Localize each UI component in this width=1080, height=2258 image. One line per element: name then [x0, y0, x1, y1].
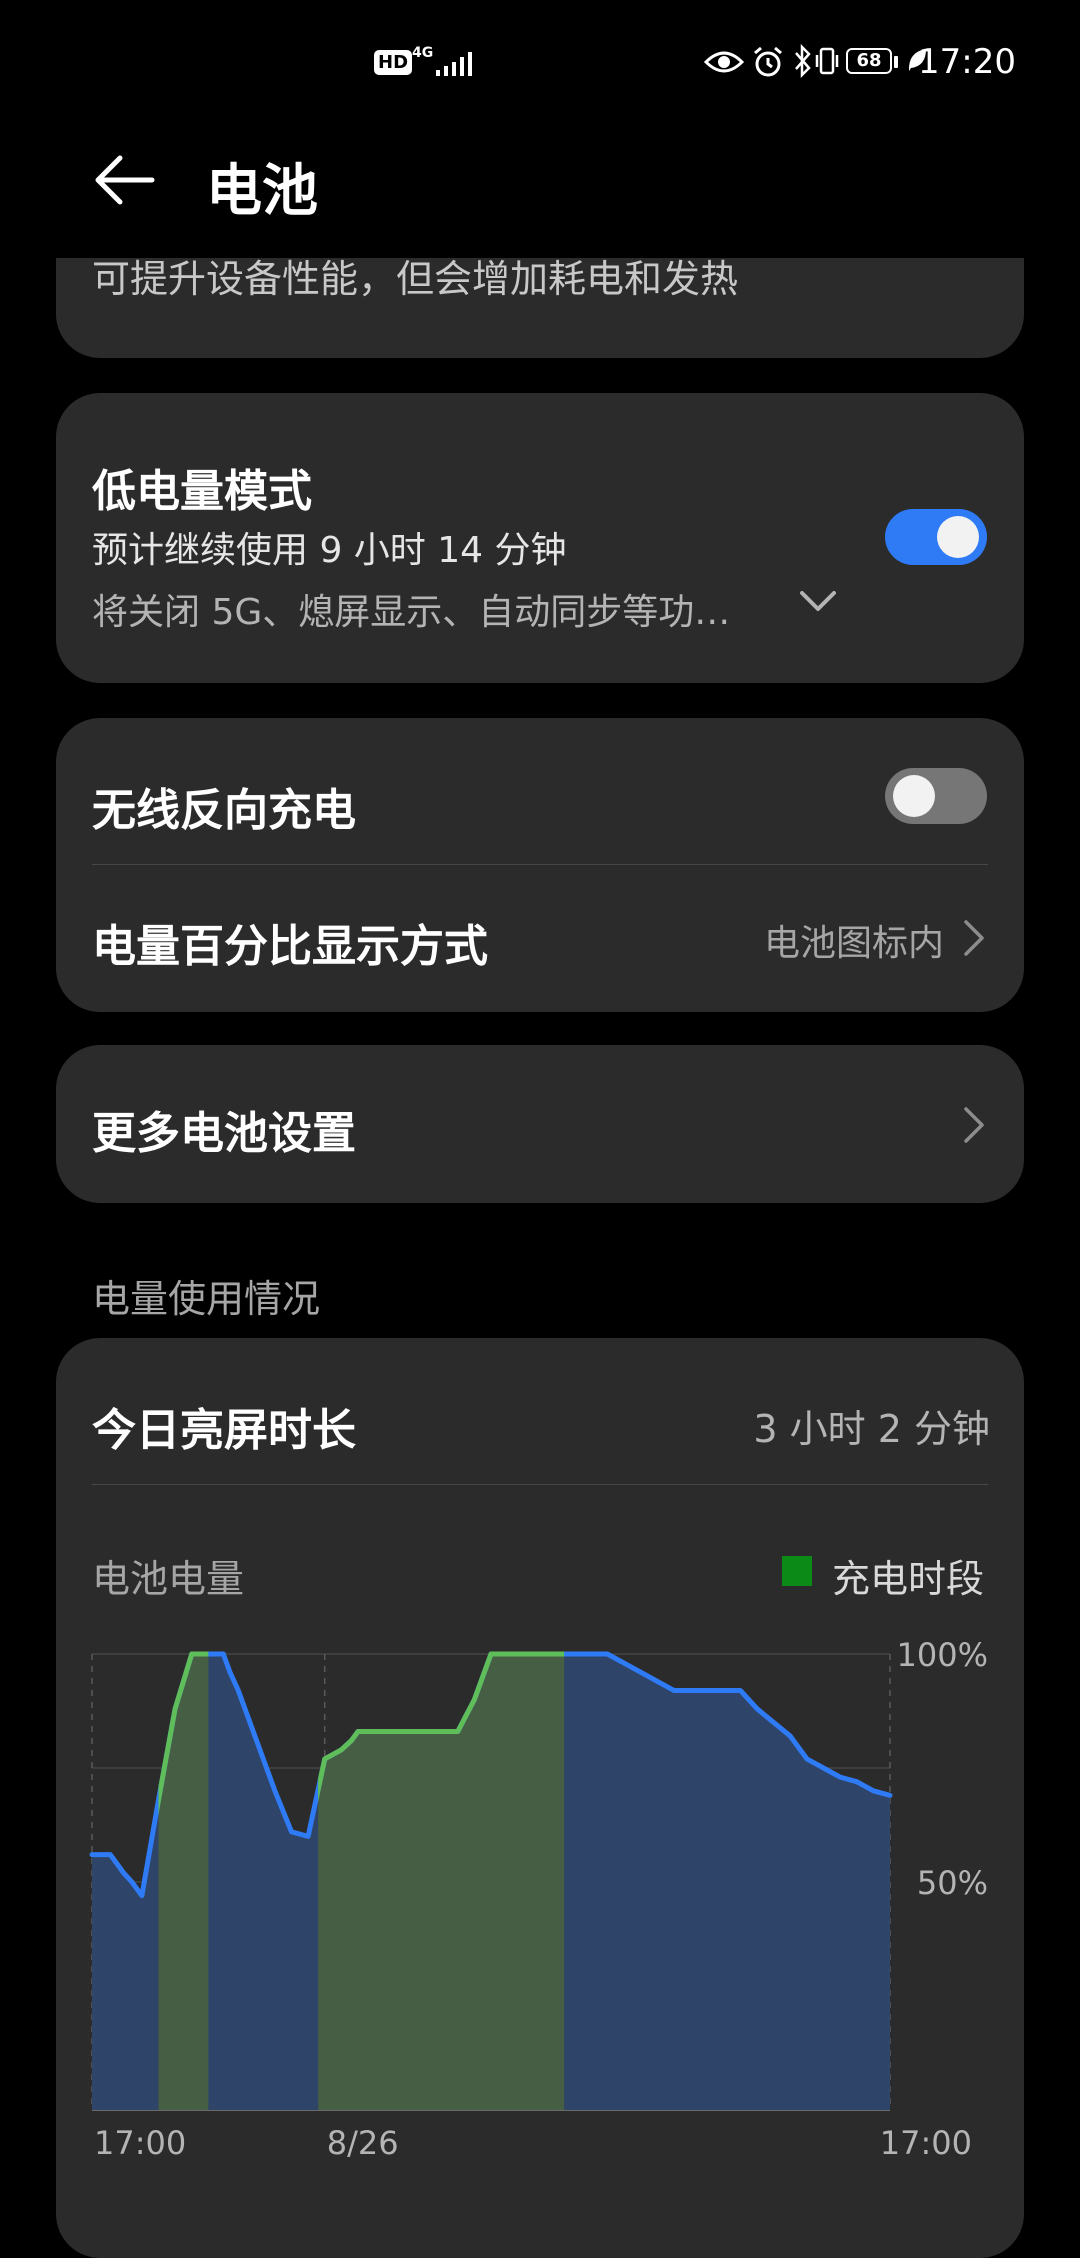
- x-tick-label: 8/26: [327, 2124, 399, 2162]
- usage-section-label: 电量使用情况: [92, 1277, 321, 1321]
- status-bar: HD 4G 68 17:20: [0, 0, 1080, 120]
- performance-mode-description: 可提升设备性能，但会增加耗电和发热: [92, 257, 739, 301]
- signal-icon: [436, 52, 472, 76]
- clock: 17:20: [918, 42, 1016, 82]
- chevron-right-icon[interactable]: [962, 918, 986, 958]
- header: 电池: [0, 120, 1080, 260]
- vibrate-icon: [815, 47, 839, 75]
- chevron-down-icon[interactable]: [796, 581, 840, 621]
- y-tick-label: 100%: [897, 1636, 988, 1674]
- low-power-mode-title: 低电量模式: [92, 466, 312, 517]
- more-battery-settings-card[interactable]: 更多电池设置: [56, 1045, 1024, 1203]
- divider: [92, 864, 988, 865]
- y-tick-label: 50%: [917, 1864, 988, 1902]
- hd-icon: HD: [374, 50, 413, 75]
- toggle-knob: [937, 516, 979, 558]
- x-tick-label: 17:00: [880, 2124, 972, 2162]
- battery-usage-card: 今日亮屏时长 3 小时 2 分钟 电池电量 充电时段 100% 50% 17:00 8…: [56, 1338, 1024, 2258]
- charging-display-card: 无线反向充电 电量百分比显示方式 电池图标内: [56, 718, 1024, 1012]
- battery-level-chart[interactable]: 100% 50% 17:00 8/26 17:00: [56, 1338, 1024, 2258]
- low-power-mode-estimate: 预计继续使用 9 小时 14 分钟: [92, 530, 567, 571]
- alarm-icon: [754, 46, 782, 77]
- battery-icon: 68: [846, 48, 892, 74]
- more-battery-settings-title: 更多电池设置: [92, 1108, 356, 1159]
- low-power-mode-card[interactable]: 低电量模式 预计继续使用 9 小时 14 分钟 将关闭 5G、熄屏显示、自动同步…: [56, 393, 1024, 683]
- back-arrow-icon[interactable]: [90, 150, 160, 210]
- low-power-mode-toggle[interactable]: [885, 509, 987, 565]
- chevron-right-icon[interactable]: [962, 1105, 986, 1145]
- x-tick-label: 17:00: [94, 2124, 186, 2162]
- toggle-knob: [893, 775, 935, 817]
- low-power-mode-description: 将关闭 5G、熄屏显示、自动同步等功…: [92, 592, 731, 633]
- page-title: 电池: [206, 159, 318, 224]
- percentage-display-title[interactable]: 电量百分比显示方式: [92, 910, 488, 974]
- percentage-display-value[interactable]: 电池图标内: [764, 914, 944, 966]
- network-type-icon: 4G: [412, 45, 434, 61]
- wireless-reverse-charging-title: 无线反向充电: [92, 785, 356, 836]
- performance-mode-card[interactable]: 可提升设备性能，但会增加耗电和发热: [56, 258, 1024, 358]
- battery-tip: [894, 56, 898, 68]
- wireless-reverse-charging-toggle[interactable]: [885, 768, 987, 824]
- bluetooth-icon: [795, 44, 811, 78]
- eye-comfort-icon: [704, 51, 744, 73]
